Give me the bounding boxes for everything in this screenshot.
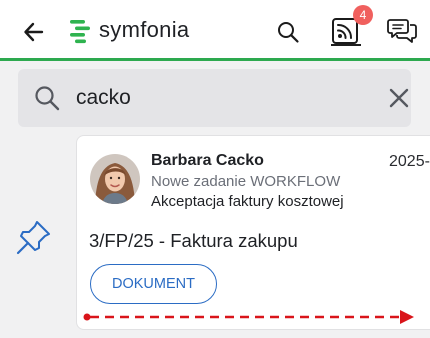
screen: symfonia 4 cacko Barbara Cacko 2025- Now… [0, 0, 430, 338]
chat-icon [387, 19, 417, 43]
task-type: Nowe zadanie WORKFLOW [151, 173, 341, 190]
search-input[interactable]: cacko [76, 86, 131, 110]
avatar-image [90, 154, 140, 204]
document-button[interactable]: DOKUMENT [90, 264, 217, 304]
logo-text: symfonia [99, 17, 190, 42]
search-icon [278, 22, 299, 43]
avatar [90, 154, 140, 204]
symfonia-logo: symfonia [68, 17, 190, 44]
pin-button[interactable] [14, 217, 54, 262]
app-bar: symfonia 4 [0, 0, 430, 61]
swipe-right-arrow-icon [83, 310, 414, 324]
symfonia-logo-mark [70, 20, 90, 44]
task-name: Akceptacja faktury kosztowej [151, 193, 344, 210]
arrow-left-icon [24, 22, 44, 42]
feed-badge: 4 [353, 5, 373, 25]
sender-name: Barbara Cacko [151, 152, 264, 169]
document-title: 3/FP/25 - Faktura zakupu [89, 230, 298, 251]
active-indicator [331, 44, 361, 46]
search-button[interactable] [274, 18, 302, 46]
chat-button[interactable] [386, 15, 418, 47]
notification-date: 2025- [389, 153, 430, 170]
close-icon [389, 88, 409, 108]
pin-icon [16, 221, 50, 255]
clear-search-button[interactable] [388, 87, 410, 109]
back-button[interactable] [20, 18, 48, 46]
search-field[interactable]: cacko [18, 69, 411, 127]
swipe-hint [80, 305, 420, 332]
search-icon [35, 86, 60, 111]
